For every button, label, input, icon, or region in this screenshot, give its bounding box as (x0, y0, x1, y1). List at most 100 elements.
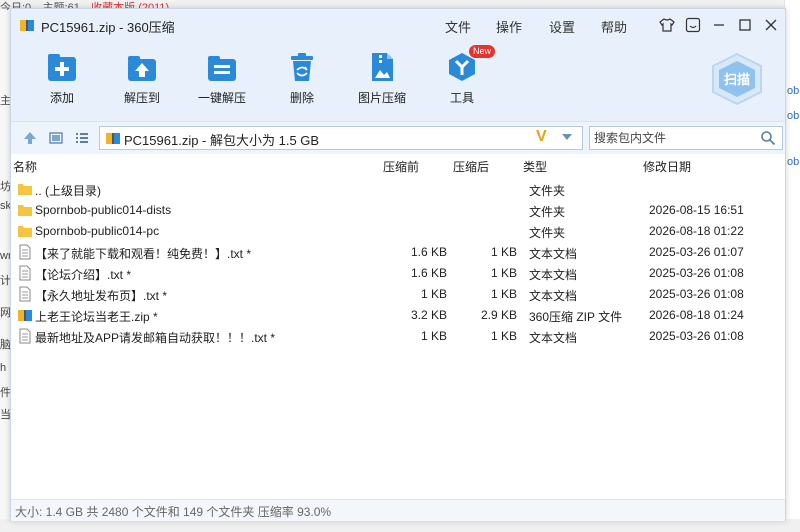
file-name: Spornbob-public014-pc (35, 224, 160, 238)
file-date: 2025-03-26 01:07 (649, 245, 744, 259)
status-bar: 大小: 1.4 GB 共 2480 个文件和 149 个文件夹 压缩率 93.0… (11, 499, 785, 521)
file-after: 2.9 KB (480, 308, 517, 322)
status-text: 大小: 1.4 GB 共 2480 个文件和 149 个文件夹 压缩率 93.0… (15, 505, 332, 519)
chevron-down-icon[interactable] (560, 131, 574, 143)
background-char: 网 (0, 307, 10, 319)
one-click-extract-label: 一键解压 (197, 91, 246, 105)
title-bar[interactable]: PC15961.zip - 360压缩 文件 操作 设置 帮助 (11, 9, 785, 41)
file-date: 2025-03-26 01:08 (649, 287, 744, 301)
delete-label: 删除 (289, 91, 314, 105)
minimize-icon[interactable] (709, 15, 729, 35)
zip-file-icon (18, 310, 32, 321)
column-header: 名称 压缩前 压缩后 类型 修改日期 (11, 154, 785, 176)
scan-button[interactable]: 扫描 (707, 51, 767, 107)
menu-help[interactable]: 帮助 (601, 17, 627, 36)
file-date: 2026-08-15 16:51 (649, 203, 744, 217)
table-row[interactable]: 最新地址及APP请发邮箱自动获取！！！.txt * 1 KB 1 KB 文本文档… (11, 326, 785, 347)
table-row[interactable]: Spornbob-public014-pc 文件夹 2026-08-18 01:… (11, 221, 785, 242)
file-name: 上老王论坛当老王.zip * (35, 310, 158, 324)
menu-operate[interactable]: 操作 (496, 17, 522, 36)
background-link: ob (787, 85, 800, 97)
image-compress-button[interactable]: 图片压缩 (347, 51, 417, 106)
up-arrow-icon[interactable] (21, 129, 39, 147)
file-name: 【来了就能下载和观看！纯免费！】.txt * (35, 247, 252, 261)
extract-to-label: 解压到 (123, 91, 160, 105)
file-type: 文件夹 (529, 226, 566, 240)
archive-window: PC15961.zip - 360压缩 文件 操作 设置 帮助 添加 解压到 一… (10, 8, 786, 521)
new-badge: New (469, 45, 496, 58)
table-row[interactable]: 【永久地址发布页】.txt * 1 KB 1 KB 文本文档 2025-03-2… (11, 284, 785, 305)
maximize-icon[interactable] (735, 15, 755, 35)
skin-shirt-icon[interactable] (657, 15, 677, 35)
column-modified[interactable]: 修改日期 (643, 158, 691, 175)
table-row[interactable]: .. (上级目录) 文件夹 (11, 179, 785, 200)
file-type: 文本文档 (529, 331, 578, 345)
table-row[interactable]: 【来了就能下载和观看！纯免费！】.txt * 1.6 KB 1 KB 文本文档 … (11, 242, 785, 263)
zip-app-icon (20, 20, 34, 31)
search-input[interactable] (592, 129, 756, 147)
extract-to-button[interactable]: 解压到 (107, 51, 177, 106)
column-name[interactable]: 名称 (13, 158, 37, 175)
search-box[interactable] (589, 126, 783, 150)
file-type: 文本文档 (529, 268, 578, 282)
delete-button[interactable]: 删除 (267, 51, 337, 106)
tools-label: 工具 (449, 91, 474, 105)
text-file-icon (19, 244, 31, 260)
file-after: 1 KB (490, 329, 517, 343)
text-file-icon (19, 265, 31, 281)
background-char: 坊 (0, 181, 10, 193)
file-after: 1 KB (490, 266, 517, 280)
add-label: 添加 (49, 91, 74, 105)
file-name: 最新地址及APP请发邮箱自动获取！！！.txt * (35, 331, 276, 345)
image-compress-icon (372, 53, 393, 81)
menu-file[interactable]: 文件 (445, 17, 471, 36)
folder-icon (18, 184, 32, 195)
table-row[interactable]: 上老王论坛当老王.zip * 3.2 KB 2.9 KB 360压缩 ZIP 文… (11, 305, 785, 326)
zip-file-icon (106, 133, 120, 144)
scan-label: 扫描 (724, 72, 750, 87)
file-date: 2026-08-18 01:22 (649, 224, 744, 238)
column-after[interactable]: 压缩后 (453, 158, 489, 175)
verified-v-icon[interactable]: V (536, 128, 547, 146)
thumbnail-view-icon[interactable] (47, 129, 65, 147)
file-name: 【论坛介绍】.txt * (35, 268, 132, 282)
feedback-smile-icon[interactable] (683, 15, 703, 35)
image-compress-label: 图片压缩 (357, 91, 406, 105)
background-link: ob (787, 156, 800, 168)
navigation-bar: PC15961.zip - 解包大小为 1.5 GB V (11, 121, 785, 155)
menu-settings[interactable]: 设置 (549, 17, 575, 36)
folder-icon (18, 205, 32, 216)
column-before[interactable]: 压缩前 (383, 158, 419, 175)
address-bar[interactable]: PC15961.zip - 解包大小为 1.5 GB V (99, 126, 583, 150)
table-row[interactable]: Spornbob-public014-dists 文件夹 2026-08-15 … (11, 200, 785, 221)
list-view-icon[interactable] (73, 129, 91, 147)
background-char: 主 (0, 95, 10, 107)
background-char: sk (0, 200, 10, 212)
add-icon (48, 54, 76, 81)
background-right-strip: ob ob ob (784, 0, 800, 532)
close-icon[interactable] (761, 15, 781, 35)
file-type: 文本文档 (529, 247, 578, 261)
toolbar: 添加 解压到 一键解压 删除 图片压缩 New 工具 扫描 (11, 41, 785, 121)
file-type: 文本文档 (529, 289, 578, 303)
one-click-extract-button[interactable]: 一键解压 (187, 51, 257, 106)
extract-to-icon (128, 56, 156, 81)
file-name: .. (上级目录) (35, 184, 101, 198)
tools-button[interactable]: New 工具 (427, 45, 497, 106)
file-date: 2026-08-18 01:24 (649, 308, 744, 322)
file-after: 1 KB (490, 287, 517, 301)
column-type[interactable]: 类型 (523, 158, 547, 175)
file-type: 文件夹 (529, 205, 566, 219)
text-file-icon (19, 328, 31, 344)
file-date: 2025-03-26 01:08 (649, 329, 744, 343)
add-button[interactable]: 添加 (27, 51, 97, 106)
delete-icon (291, 53, 313, 81)
background-link: ob (787, 110, 800, 122)
folder-icon (18, 226, 32, 237)
background-char: wr (0, 250, 10, 262)
background-left-strip: 主 坊 sk wr 计 网 脑 h 件 当 (0, 10, 10, 532)
file-type: 文件夹 (529, 184, 566, 198)
table-row[interactable]: 【论坛介绍】.txt * 1.6 KB 1 KB 文本文档 2025-03-26… (11, 263, 785, 284)
file-date: 2025-03-26 01:08 (649, 266, 744, 280)
search-icon[interactable] (760, 130, 776, 146)
